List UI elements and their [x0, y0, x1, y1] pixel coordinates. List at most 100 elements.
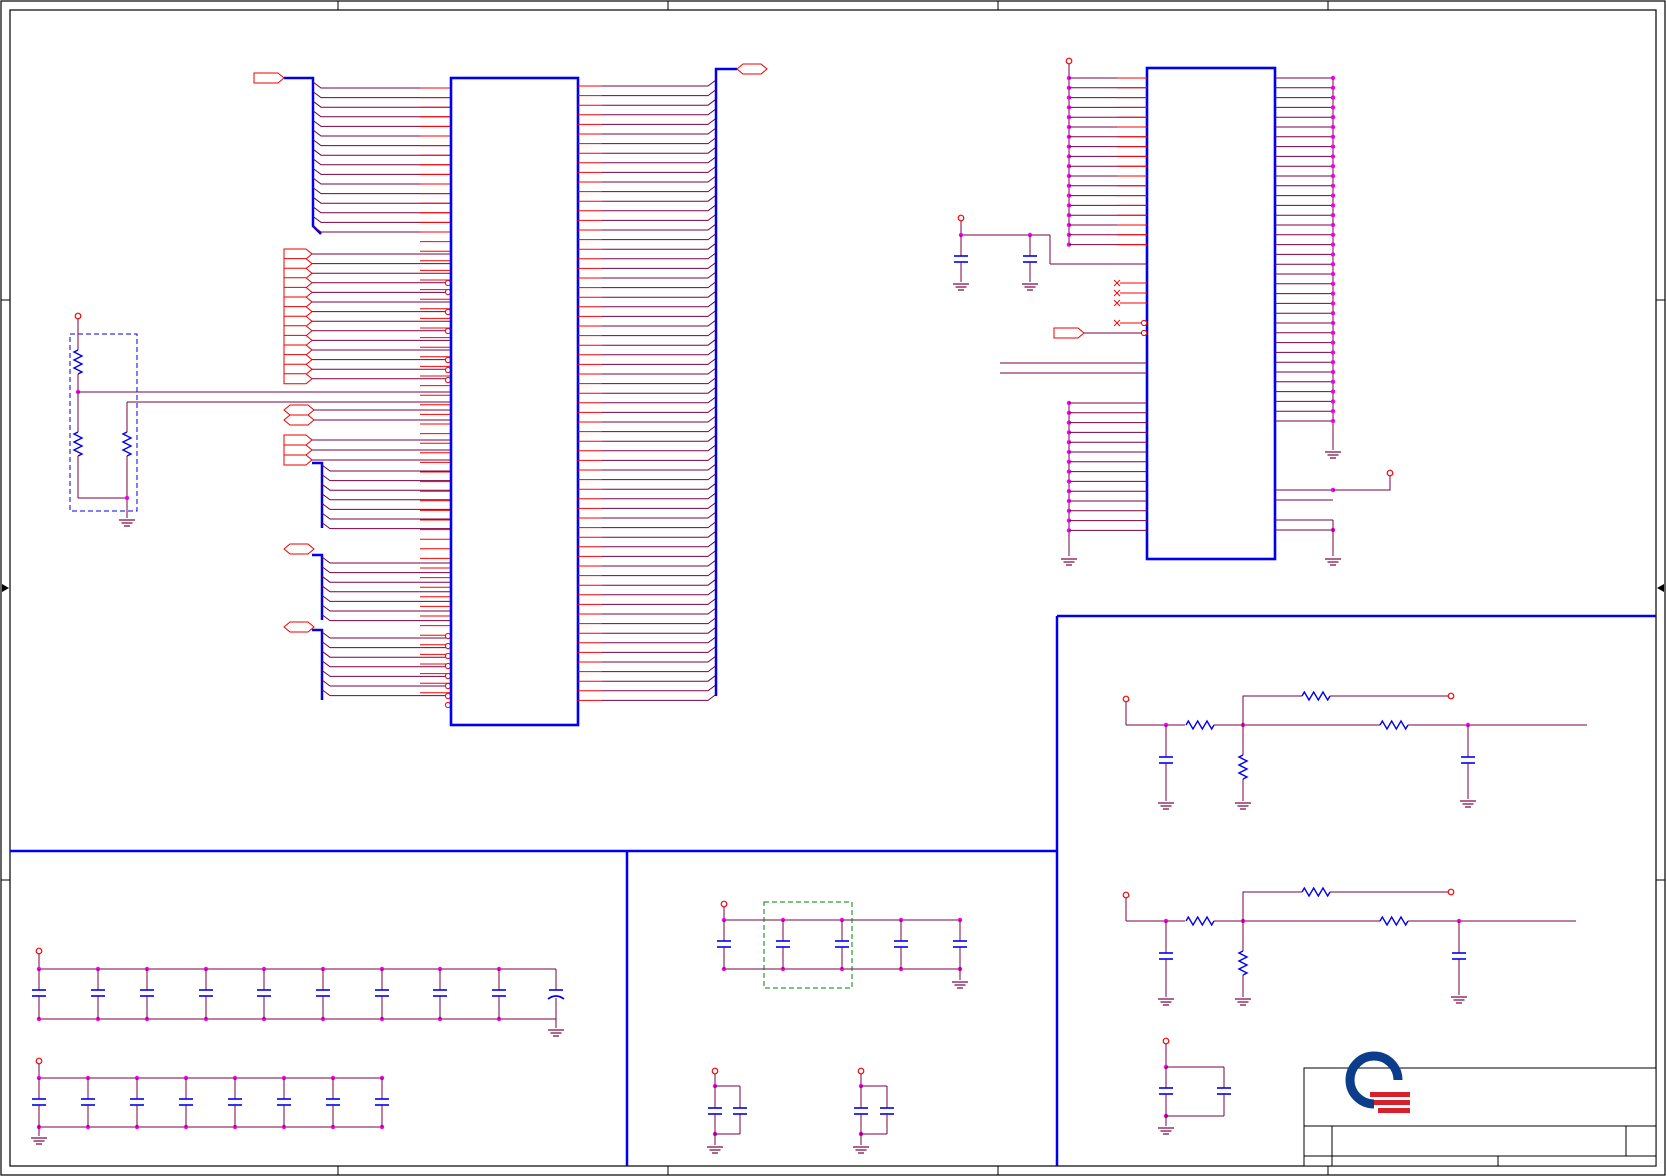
bus-entry-wire [602, 444, 717, 452]
bus-entry-wire [602, 396, 717, 404]
offpage-connector-icon [283, 334, 313, 346]
offpage-connector-icon [283, 414, 315, 426]
ic-u2-block [953, 57, 1394, 566]
junction-dot [124, 495, 130, 501]
wire [1333, 476, 1391, 491]
bus-entry-wire [321, 474, 450, 482]
capacitor-icon [1023, 255, 1037, 263]
bus-entry-wire [312, 120, 450, 127]
ground-symbol-icon [1022, 283, 1038, 291]
junction-dot [1330, 203, 1336, 208]
bus-line [714, 67, 737, 696]
bus-entry-wire [602, 367, 717, 375]
bus-entry-wire [602, 617, 717, 625]
bus-entry-wire [312, 91, 450, 99]
bus-entry-wire [602, 492, 717, 500]
resistor-icon [1185, 719, 1215, 731]
bus-entry-wire [602, 98, 717, 106]
capacitor-icon [1159, 952, 1173, 960]
bus-entry-wire [602, 165, 717, 173]
junction-dot [1330, 369, 1336, 375]
bus-entry-wire [321, 493, 450, 501]
bus-entry-wire [602, 405, 717, 413]
junction-dot [1330, 183, 1336, 188]
capacitor-icon [894, 940, 908, 948]
junction-dot [1330, 232, 1336, 237]
bus-entry-wire [602, 204, 717, 212]
bus-entry-wire [602, 290, 717, 298]
bus-entry-wire [602, 281, 717, 289]
bus-entry-wire [602, 434, 717, 442]
schematic-sheet [0, 0, 1666, 1176]
junction-dot [1330, 124, 1336, 130]
bus-entry-wire [321, 483, 450, 491]
junction-dot [1330, 389, 1336, 394]
bus-entry-wire [602, 482, 717, 490]
power-rail-icon [35, 1057, 43, 1065]
resistor-icon [1379, 719, 1409, 731]
junction-dot [1330, 154, 1336, 159]
bus-entry-wire [321, 522, 450, 530]
junction-dot [1330, 134, 1336, 139]
junction-dot [1330, 95, 1336, 100]
title-block [1303, 1051, 1657, 1167]
title-block-frame [1303, 1067, 1657, 1167]
junction-dot [1330, 379, 1336, 384]
bus-line [312, 461, 324, 528]
bus-entry-wire [602, 89, 717, 97]
capacitor-icon [277, 1098, 291, 1106]
ground-symbol-icon [1451, 996, 1467, 1004]
power-rail-icon [74, 312, 82, 320]
decoupling-capacitor-arrays [31, 900, 968, 1154]
capacitor-icon [326, 1098, 340, 1106]
capacitor-icon [880, 1107, 894, 1115]
logo-stripe [1370, 1092, 1410, 1097]
offpage-connector-icon [283, 325, 313, 337]
capacitor-icon [854, 1107, 868, 1115]
bus-entry-wire [602, 242, 717, 250]
offpage-connector-icon [283, 454, 313, 466]
ground-symbol-icon [1325, 558, 1341, 566]
bus-entry-wire [602, 559, 717, 567]
capacitor-icon [954, 255, 968, 263]
ic1-body [449, 76, 580, 727]
optional-region-box [763, 901, 853, 989]
offpage-connector-icon [283, 296, 313, 308]
capacitor-icon [130, 1098, 144, 1106]
bus-entry-wire [312, 148, 450, 156]
drawing-frame [0, 0, 1666, 1176]
resistor-icon [1301, 690, 1331, 702]
power-rail-icon [720, 900, 728, 908]
capacitor-icon [1159, 756, 1173, 764]
bus-entry-wire [602, 348, 717, 356]
active-low-pin-bubble [1140, 329, 1148, 337]
junction-dot [1330, 320, 1336, 326]
junction-dot [1330, 75, 1336, 81]
ground-symbol-icon [1158, 802, 1174, 810]
junction-dot [1330, 281, 1336, 286]
bus-entry-wire [602, 357, 717, 365]
bus-entry-wire [602, 261, 717, 269]
junction-dot [1330, 105, 1336, 110]
bus-entry-wire [602, 655, 717, 663]
capacitor-icon [1159, 1087, 1173, 1095]
bus-entry-wire [602, 118, 717, 125]
resistor-icon [121, 431, 133, 457]
bus-entry-wire [312, 139, 450, 147]
bus-entry-wire [602, 271, 717, 279]
junction-dot [1330, 271, 1336, 277]
bus-entry-wire [602, 674, 717, 682]
bus-entry-wire [602, 550, 717, 557]
no-connect-x-icon [1113, 299, 1121, 307]
bus-entry-wire [602, 127, 717, 135]
resistor-icon [1185, 915, 1215, 927]
bus-entry-wire [602, 319, 717, 327]
resistor-icon [72, 349, 84, 375]
offpage-connector-icon [283, 267, 313, 279]
junction-dot [1330, 115, 1336, 120]
power-rail-icon [711, 1067, 719, 1075]
bus-entry-wire [602, 521, 717, 529]
bus-entry-wire [312, 177, 450, 185]
bus-entry-wire [312, 100, 450, 108]
capacitor-icon [81, 1098, 95, 1106]
